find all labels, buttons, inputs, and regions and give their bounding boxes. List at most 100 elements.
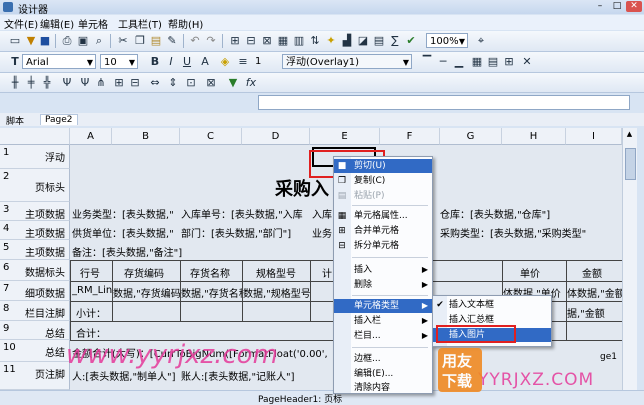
col-header-e[interactable]: E <box>310 128 380 145</box>
menu-cell[interactable]: 单元格 <box>78 16 108 31</box>
menu-item-cut[interactable]: ■ 剪切(U) <box>334 159 432 173</box>
menu-item-merge-cells[interactable]: ⊞ 合并单元格 <box>334 224 432 238</box>
cell-department[interactable]: 部门：[表头数据,"部门"] <box>181 225 291 240</box>
align-tool-11-icon[interactable]: ⊡ <box>184 76 198 90</box>
col-header-h[interactable]: H <box>502 128 566 145</box>
tab-page2[interactable]: Page2 <box>40 114 78 125</box>
tab-script[interactable]: 脚本 <box>6 114 24 127</box>
check-icon[interactable]: ✔ <box>404 34 418 48</box>
col-header-c[interactable]: C <box>180 128 242 145</box>
col-header-f[interactable]: F <box>380 128 440 145</box>
insert-row-icon[interactable]: ⊞ <box>228 34 242 48</box>
header-unit[interactable]: 计 <box>322 265 332 280</box>
run-icon[interactable]: ▼ <box>226 76 240 90</box>
cell-item-code-field[interactable]: 数据,"存货编码 <box>113 285 180 300</box>
cell-total[interactable]: 合计： <box>76 325 106 340</box>
menu-edit[interactable]: 编辑(E) <box>40 16 74 31</box>
cell-supplier[interactable]: 供货单位：[表头数据," <box>72 225 174 240</box>
row-header[interactable]: 10 总结 <box>0 340 70 362</box>
chart-icon[interactable]: ▟ <box>340 34 354 48</box>
cell-receipt-date[interactable]: 入库 <box>312 206 332 221</box>
header-amount[interactable]: 金额 <box>582 265 602 280</box>
table-icon[interactable]: ▦ <box>276 34 290 48</box>
submenu-insert-textbox[interactable]: ✔ 插入文本框 <box>433 298 551 312</box>
col-header-i[interactable]: I <box>566 128 622 145</box>
menu-item-border[interactable]: 边框... <box>334 352 432 366</box>
sort-icon[interactable]: ⇅ <box>308 34 322 48</box>
align-tool-9-icon[interactable]: ⇔ <box>148 76 162 90</box>
align-tool-3-icon[interactable]: ╬ <box>40 76 54 90</box>
menu-item-cell-properties[interactable]: ▦ 单元格属性... <box>334 209 432 223</box>
formula-input[interactable] <box>258 95 630 110</box>
valign-bottom-icon[interactable]: ▁ <box>452 55 466 69</box>
vertical-scrollbar[interactable]: ▲ <box>622 128 637 390</box>
row-header[interactable]: 4 主项数据 <box>0 221 70 240</box>
menu-item-split-cells[interactable]: ⊟ 拆分单元格 <box>334 239 432 253</box>
col-header-b[interactable]: B <box>112 128 180 145</box>
formula-icon[interactable]: ∑ <box>388 34 402 48</box>
header-item-name[interactable]: 存货名称 <box>190 265 230 280</box>
undo-icon[interactable]: ↶ <box>188 34 202 48</box>
line-width-icon[interactable]: ≡ <box>236 55 250 69</box>
valign-middle-icon[interactable]: ─ <box>436 55 450 69</box>
cell-warehouse[interactable]: 仓库：[表头数据,"仓库"] <box>440 206 550 221</box>
bold-icon[interactable]: B <box>148 55 162 69</box>
close-button[interactable]: ✕ <box>626 1 642 12</box>
row-header[interactable]: 3 主项数据 <box>0 202 70 221</box>
header-line-no[interactable]: 行号 <box>80 265 100 280</box>
corner-cell[interactable] <box>0 128 70 145</box>
align-tool-5-icon[interactable]: Ψ <box>78 76 92 90</box>
align-tool-2-icon[interactable]: ╪ <box>24 76 38 90</box>
col-header-g[interactable]: G <box>440 128 502 145</box>
menu-item-edit[interactable]: 编辑(E)... <box>334 367 432 381</box>
align-tool-4-icon[interactable]: Ψ <box>60 76 74 90</box>
find-icon[interactable]: ⌕ <box>92 34 106 48</box>
row-header[interactable]: 9 总结 <box>0 321 70 340</box>
clear-icon[interactable]: ✕ <box>520 55 534 69</box>
header-item-code[interactable]: 存货编码 <box>124 265 164 280</box>
cell-remark[interactable]: 备注：[表头数据,"备注"] <box>72 244 182 259</box>
menu-item-insert[interactable]: 插入 ▶ <box>334 263 432 277</box>
report-title[interactable]: 采购入 <box>275 175 329 201</box>
cell-subtotal-amount[interactable]: 据,"金额 <box>567 305 622 320</box>
menu-item-cell-type[interactable]: 单元格类型 ▶ <box>334 299 432 313</box>
fx-icon[interactable]: fx <box>244 76 258 90</box>
row-header[interactable]: 1 浮动 <box>0 145 70 169</box>
align-tool-12-icon[interactable]: ⊠ <box>204 76 218 90</box>
format-painter-icon[interactable]: ✎ <box>165 34 179 48</box>
align-tool-7-icon[interactable]: ⊞ <box>112 76 126 90</box>
scroll-thumb[interactable] <box>625 148 636 180</box>
fill-color-icon[interactable]: ◈ <box>218 55 232 69</box>
grid-icon[interactable]: ▥ <box>292 34 306 48</box>
menu-item-clear[interactable]: 清除内容 <box>334 381 432 393</box>
insert-column-icon[interactable]: ⊟ <box>244 34 258 48</box>
merge-icon[interactable]: ⊞ <box>502 55 516 69</box>
line-width-select[interactable]: 1 <box>252 54 276 69</box>
row-header[interactable]: 7 细项数据 <box>0 281 70 301</box>
menu-item-copy[interactable]: ❐ 复制(C) <box>334 174 432 188</box>
cell-bookkeeper[interactable]: 账人:[表头数据,"记账人"] <box>181 368 295 383</box>
cell-item-name-field[interactable]: 数据,"存货名称 <box>181 285 242 300</box>
align-tool-10-icon[interactable]: ⇕ <box>166 76 180 90</box>
font-size-select[interactable]: 10 ▼ <box>100 54 138 69</box>
italic-icon[interactable]: I <box>164 55 178 69</box>
new-icon[interactable]: ▭ <box>8 34 22 48</box>
scroll-up-icon[interactable]: ▲ <box>625 130 634 140</box>
star-icon[interactable]: ✦ <box>324 34 338 48</box>
cell-business-type[interactable]: 业务类型：[表头数据," <box>72 206 174 221</box>
print-preview-icon[interactable]: ▣ <box>76 34 90 48</box>
row-header[interactable]: 8 栏目注脚 <box>0 301 70 321</box>
valign-top-icon[interactable]: ▔ <box>420 55 434 69</box>
cell-receipt-no[interactable]: 入库单号：[表头数据,"入库 <box>181 206 303 221</box>
menu-toolbar[interactable]: 工具栏(T) <box>118 16 162 31</box>
copy-tool-icon[interactable]: ❐ <box>133 34 147 48</box>
menu-item-paste[interactable]: ▤ 粘贴(P) <box>334 189 432 203</box>
print-icon[interactable]: ⎙ <box>60 34 74 48</box>
col-header-d[interactable]: D <box>242 128 310 145</box>
border-icon[interactable]: ▦ <box>470 55 484 69</box>
cell-maker[interactable]: 人:[表头数据,"制单人"] <box>72 368 176 383</box>
redo-icon[interactable]: ↷ <box>204 34 218 48</box>
paste-tool-icon[interactable]: ▤ <box>149 34 163 48</box>
cell-purchase-type[interactable]: 采购类型：[表头数据,"采购类型" <box>440 225 586 240</box>
maximize-button[interactable]: □ <box>609 1 625 12</box>
